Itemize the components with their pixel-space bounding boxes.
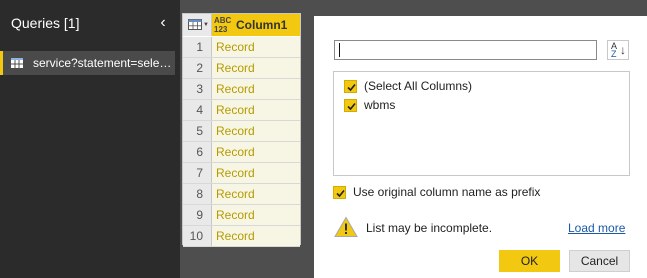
dropdown-arrow-icon: ▼ xyxy=(203,22,209,28)
load-more-link[interactable]: Load more xyxy=(568,221,625,235)
option-label: (Select All Columns) xyxy=(364,79,473,93)
column-name: Column1 xyxy=(236,18,288,32)
column-list: (Select All Columns) wbms xyxy=(333,71,630,176)
queries-title: Queries [1] xyxy=(11,15,80,31)
table-row: 5 Record xyxy=(183,121,300,142)
row-number: 5 xyxy=(183,121,212,141)
table-menu-button[interactable]: ▼ xyxy=(183,14,212,36)
table-row: 2 Record xyxy=(183,58,300,79)
row-number: 4 xyxy=(183,100,212,120)
sort-az-icon: ↓ xyxy=(620,43,626,57)
ok-button[interactable]: OK xyxy=(499,250,560,272)
record-cell[interactable]: Record xyxy=(212,37,300,57)
data-grid: ▼ ABC 123 Column1 ↗↙ 1Record2Record3Reco… xyxy=(182,13,329,247)
row-number: 2 xyxy=(183,58,212,78)
table-row: 8 Record xyxy=(183,184,300,205)
table-row: 7 Record xyxy=(183,163,300,184)
type-badge-bottom: 123 xyxy=(214,25,228,34)
sort-az-button[interactable]: A Z ↓ xyxy=(607,40,629,60)
chevron-left-icon[interactable]: ‹ xyxy=(156,14,170,32)
grid-header: ▼ ABC 123 Column1 ↗↙ xyxy=(183,14,329,36)
column-header-column1[interactable]: ABC 123 Column1 ↗↙ xyxy=(212,14,329,36)
row-number: 6 xyxy=(183,142,212,162)
record-cell[interactable]: Record xyxy=(212,163,300,183)
table-row: 9 Record xyxy=(183,205,300,226)
row-number: 9 xyxy=(183,205,212,225)
prefix-label: Use original column name as prefix xyxy=(353,185,541,199)
warning-text: List may be incomplete. xyxy=(366,221,493,235)
cancel-button[interactable]: Cancel xyxy=(569,250,630,272)
record-cell[interactable]: Record xyxy=(212,142,300,162)
table-row: 6 Record xyxy=(183,142,300,163)
record-cell[interactable]: Record xyxy=(212,58,300,78)
query-name: service?statement=selec... xyxy=(33,56,175,70)
checkbox-checked-icon[interactable] xyxy=(344,80,357,93)
queries-pane: Queries [1] ‹ service?statement=selec... xyxy=(0,0,180,278)
table-icon xyxy=(11,58,23,68)
table-row: 3 Record xyxy=(183,79,300,100)
table-row: 4 Record xyxy=(183,100,300,121)
queries-header: Queries [1] ‹ xyxy=(0,0,180,46)
row-number: 10 xyxy=(183,226,212,246)
grid-rows: 1 Record 2 Record 3 Record 4 Record 5 Record 6 Reco… xyxy=(183,37,300,247)
search-input[interactable] xyxy=(334,40,597,60)
option-label: wbms xyxy=(364,98,396,112)
record-cell[interactable]: Record xyxy=(212,184,300,204)
row-number: 7 xyxy=(183,163,212,183)
record-cell[interactable]: Record xyxy=(212,100,300,120)
checkbox-checked-icon[interactable] xyxy=(344,99,357,112)
table-menu-icon xyxy=(188,19,202,30)
checkbox-checked-icon[interactable] xyxy=(333,186,346,199)
text-caret xyxy=(339,43,340,57)
record-cell[interactable]: Record xyxy=(212,79,300,99)
query-item[interactable]: service?statement=selec... xyxy=(0,51,175,75)
any-type-icon: ABC 123 xyxy=(214,16,234,34)
row-number: 3 xyxy=(183,79,212,99)
type-badge-top: ABC xyxy=(214,16,232,25)
record-cell[interactable]: Record xyxy=(212,205,300,225)
warning-icon xyxy=(334,216,358,237)
row-number: 1 xyxy=(183,37,212,57)
record-cell[interactable]: Record xyxy=(212,226,300,246)
record-cell[interactable]: Record xyxy=(212,121,300,141)
table-row: 1 Record xyxy=(183,37,300,58)
table-row: 10 Record xyxy=(183,226,300,247)
row-number: 8 xyxy=(183,184,212,204)
sort-z-glyph: Z xyxy=(611,49,617,59)
